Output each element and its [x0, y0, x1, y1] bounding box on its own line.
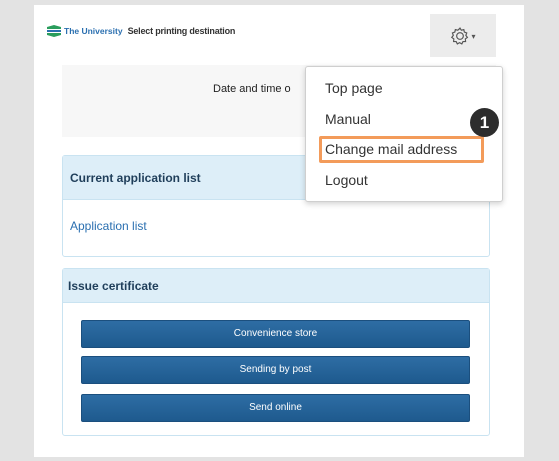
send-online-button[interactable]: Send online [81, 394, 470, 422]
chevron-down-icon: ▾ [471, 32, 476, 41]
application-list-link[interactable]: Application list [70, 219, 147, 233]
settings-dropdown-menu: Top page Manual Change mail address Logo… [305, 66, 503, 202]
university-logo-icon [47, 25, 61, 37]
step-number-badge: 1 [470, 108, 499, 137]
menu-item-manual[interactable]: Manual [325, 111, 371, 127]
header: The University Select printing destinati… [34, 5, 524, 65]
menu-item-top-page[interactable]: Top page [325, 80, 383, 96]
issue-certificate-panel: Issue certificate Convenience store Send… [62, 268, 490, 436]
printing-destination-label: Select printing destination [127, 26, 236, 36]
gear-icon [451, 26, 469, 45]
university-logo[interactable]: The University Select printing destinati… [47, 25, 235, 37]
menu-item-change-mail-address[interactable]: Change mail address [325, 141, 457, 157]
settings-menu-button[interactable]: ▾ [430, 14, 496, 57]
menu-item-logout[interactable]: Logout [325, 172, 368, 188]
convenience-store-button[interactable]: Convenience store [81, 320, 470, 348]
date-time-text: Date and time o [213, 83, 291, 95]
sending-by-post-button[interactable]: Sending by post [81, 356, 470, 384]
issue-certificate-title: Issue certificate [63, 269, 489, 303]
university-name: The University [64, 26, 123, 36]
